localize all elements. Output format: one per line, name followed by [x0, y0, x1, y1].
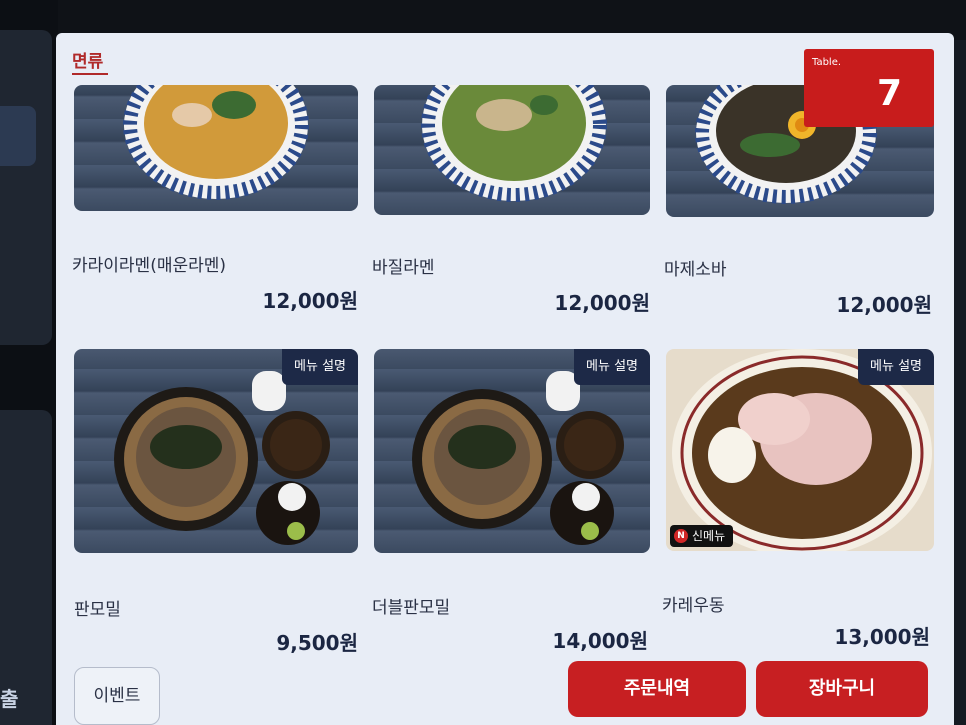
event-button[interactable]: 이벤트	[74, 667, 160, 725]
menu-item-image[interactable]: 메뉴 설명	[374, 349, 650, 553]
category-underline	[72, 73, 108, 75]
menu-item-name[interactable]: 카라이라멘(매운라멘)	[72, 251, 226, 276]
cart-button[interactable]: 장바구니	[756, 661, 928, 717]
menu-description-button[interactable]: 메뉴 설명	[574, 349, 650, 385]
menu-item-image[interactable]	[374, 85, 650, 215]
menu-item-image[interactable]	[74, 85, 358, 211]
ramen-bowl-icon	[421, 85, 607, 202]
menu-item-name[interactable]: 판모밀	[74, 595, 121, 620]
menu-item-price: 12,000원	[836, 293, 932, 317]
menu-description-button[interactable]: 메뉴 설명	[282, 349, 358, 385]
menu-item-image[interactable]: 메뉴 설명 N 신메뉴	[666, 349, 934, 551]
menu-item-name[interactable]: 카레우동	[662, 591, 725, 616]
table-number-badge: Table. 7	[804, 49, 934, 127]
menu-item-price: 14,000원	[552, 629, 648, 653]
menu-item-price: 12,000원	[262, 289, 358, 313]
menu-item-name[interactable]: 마제소바	[664, 255, 727, 280]
side-panel-lower	[0, 410, 52, 725]
menu-item-name[interactable]: 더블판모밀	[372, 593, 450, 618]
new-icon: N	[674, 529, 688, 543]
kiosk-screen: 면류 Table. 7 카라이라멘(매운라멘) 12,000원 바질라멘 12,…	[56, 33, 954, 725]
menu-item-image[interactable]: 메뉴 설명	[74, 349, 358, 553]
order-history-button[interactable]: 주문내역	[568, 661, 746, 717]
table-number: 7	[876, 73, 902, 114]
table-label: Table.	[812, 57, 842, 68]
menu-item-price: 9,500원	[276, 631, 358, 655]
menu-description-button[interactable]: 메뉴 설명	[858, 349, 934, 385]
ramen-bowl-icon	[123, 85, 309, 200]
menu-item-price: 13,000원	[834, 625, 930, 649]
side-tab[interactable]	[0, 106, 36, 166]
exit-button[interactable]: 출	[0, 683, 18, 712]
new-menu-label: 신메뉴	[692, 529, 726, 543]
menu-item-name[interactable]: 바질라멘	[372, 253, 435, 278]
menu-item-price: 12,000원	[554, 291, 650, 315]
category-title: 면류	[72, 52, 104, 72]
side-panel-upper	[0, 30, 52, 345]
new-menu-badge: N 신메뉴	[670, 525, 734, 547]
